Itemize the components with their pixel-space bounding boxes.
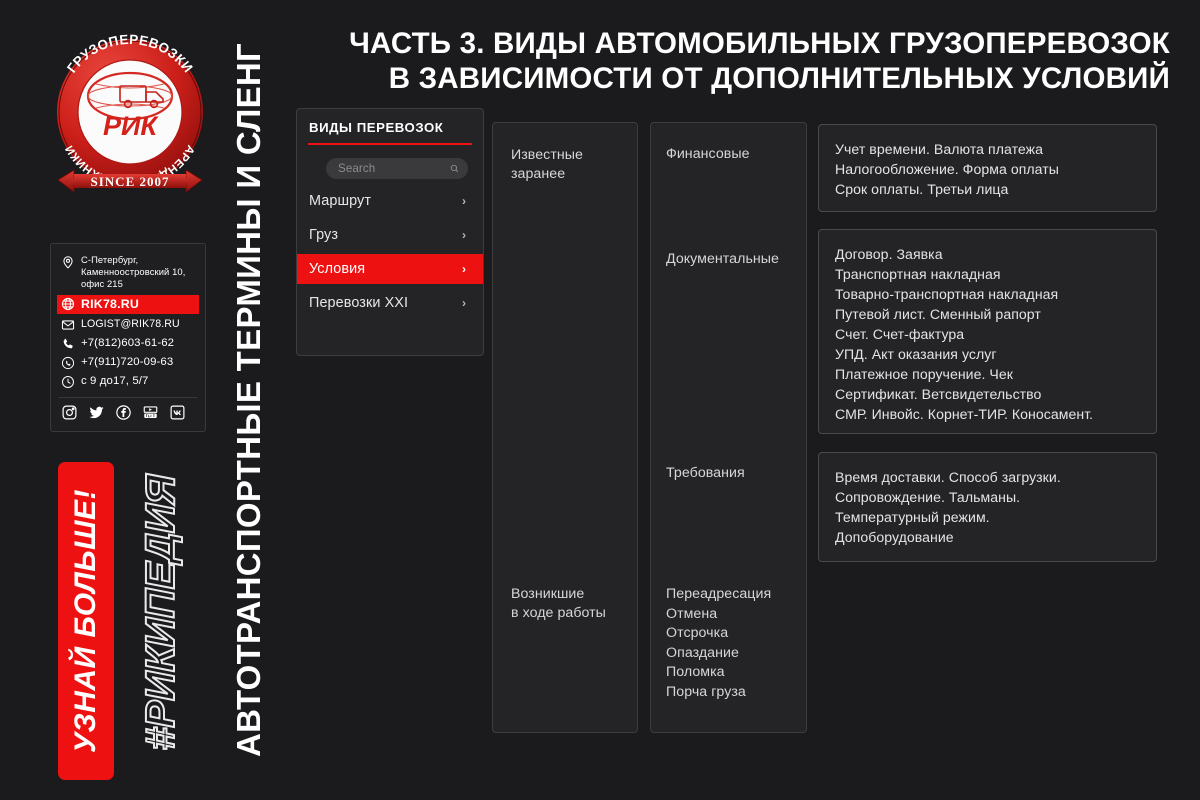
contact-card: С-Петербург, Каменноостровский 10, офис … bbox=[50, 243, 206, 433]
search-icon bbox=[450, 164, 459, 173]
chevron-right-icon: › bbox=[462, 194, 466, 208]
location-pin-icon bbox=[60, 254, 75, 269]
logo-emblem-icon: РИК ГРУЗОПЕРЕВОЗКИ АРЕНДА СПЕЦТЕХНИКИ SI… bbox=[57, 32, 203, 193]
documents-details-panel: Договор. Заявка Транспортная накладная Т… bbox=[818, 229, 1157, 434]
detail-line: Товарно-транспортная накладная bbox=[835, 286, 1059, 302]
company-logo: РИК ГРУЗОПЕРЕВОЗКИ АРЕНДА СПЕЦТЕХНИКИ SI… bbox=[44, 22, 216, 222]
contact-email-text: LOGIST@RIK78.RU bbox=[81, 317, 180, 330]
financial-details-panel: Учет времени. Валюта платежа Налогооблож… bbox=[818, 124, 1157, 212]
list-item: Переадресация bbox=[666, 586, 772, 602]
contact-website-text: RIK78.RU bbox=[81, 296, 140, 311]
learn-more-banner[interactable]: УЗНАЙ БОЛЬШЕ! bbox=[58, 462, 114, 780]
globe-icon bbox=[60, 297, 75, 312]
contact-website-row[interactable]: RIK78.RU bbox=[57, 294, 199, 315]
contact-address-row: С-Петербург, Каменноостровский 10, офис … bbox=[57, 251, 199, 294]
social-links bbox=[57, 402, 199, 423]
facebook-icon[interactable] bbox=[115, 404, 132, 421]
contact-address-text: С-Петербург, Каменноостровский 10, офис … bbox=[81, 254, 186, 289]
condition-arisen-label: Возникшие в ходе работы bbox=[511, 586, 606, 621]
transport-types-menu: ВИДЫ ПЕРЕВОЗОК Search Маршрут › Груз › У… bbox=[296, 108, 484, 356]
contact-divider bbox=[59, 397, 197, 399]
youtube-icon[interactable] bbox=[142, 404, 159, 421]
menu-item-marshrut[interactable]: Маршрут › bbox=[308, 186, 472, 216]
contact-hours-text: с 9 до17, 5/7 bbox=[81, 375, 149, 388]
requirements-details-panel: Время доставки. Способ загрузки. Сопрово… bbox=[818, 452, 1157, 562]
detail-line: Учет времени. Валюта платежа bbox=[835, 141, 1044, 157]
menu-item-label: Груз bbox=[309, 227, 339, 243]
categories-column: Финансовые Документальные Требования Пер… bbox=[650, 122, 807, 733]
list-item: Поломка bbox=[666, 664, 725, 681]
logo-ribbon-text: SINCE 2007 bbox=[91, 174, 170, 189]
list-item: Отмена bbox=[666, 605, 718, 622]
contact-hours-row: с 9 до17, 5/7 bbox=[57, 372, 199, 391]
search-input[interactable]: Search bbox=[326, 158, 468, 179]
menu-item-label: Маршрут bbox=[309, 193, 372, 209]
detail-line: Договор. Заявка bbox=[835, 246, 943, 262]
arisen-items-list: Переадресация Отмена Отсрочка Опаздание … bbox=[666, 585, 771, 702]
poster-canvas: РИК ГРУЗОПЕРЕВОЗКИ АРЕНДА СПЕЦТЕХНИКИ SI… bbox=[0, 0, 1200, 800]
contact-phone-text: +7(812)603-61-62 bbox=[81, 337, 175, 350]
list-item: Порча груза bbox=[666, 683, 746, 700]
menu-item-label: Перевозки XXI bbox=[309, 295, 409, 311]
chevron-right-icon: › bbox=[462, 262, 466, 276]
search-placeholder: Search bbox=[338, 162, 376, 175]
contact-whatsapp-text: +7(911)720-09-63 bbox=[81, 356, 174, 369]
vertical-series-title: АВТОТРАНСПОРТНЫЕ ТЕРМИНЫ И СЛЕНГ bbox=[206, 0, 292, 800]
detail-line: Срок оплаты. Третьи лица bbox=[835, 181, 1009, 197]
page-title-line-1: ЧАСТЬ 3. ВИДЫ АВТОМОБИЛЬНЫХ ГРУЗОПЕРЕВОЗ… bbox=[349, 27, 1170, 60]
menu-item-usloviya[interactable]: Условия › bbox=[297, 254, 483, 284]
detail-line: Платежное поручение. Чек bbox=[835, 366, 1013, 382]
learn-more-label: УЗНАЙ БОЛЬШЕ! bbox=[69, 489, 103, 753]
vertical-series-title-label: АВТОТРАНСПОРТНЫЕ ТЕРМИНЫ И СЛЕНГ bbox=[230, 42, 268, 758]
detail-line: Сопровождение. Тальманы. bbox=[835, 489, 1021, 505]
menu-item-label: Условия bbox=[309, 261, 366, 277]
page-title-line-2: В ЗАВИСИМОСТИ ОТ ДОПОЛНИТЕЛЬНЫХ УСЛОВИЙ bbox=[388, 62, 1170, 96]
condition-known-label: Известные заранее bbox=[511, 147, 583, 182]
vk-icon[interactable] bbox=[169, 404, 186, 421]
detail-line: Налогообложение. Форма оплаты bbox=[835, 161, 1059, 177]
hashtag-label: #РИКИПЕДИЯ bbox=[137, 474, 185, 751]
twitter-icon[interactable] bbox=[88, 404, 105, 421]
detail-line: Температурный режим. bbox=[835, 509, 990, 525]
logo-center-text: РИК bbox=[103, 111, 159, 141]
page-title: ЧАСТЬ 3. ВИДЫ АВТОМОБИЛЬНЫХ ГРУЗОПЕРЕВОЗ… bbox=[300, 26, 1170, 97]
detail-line: Счет. Счет-фактура bbox=[835, 326, 965, 342]
detail-line: УПД. Акт оказания услуг bbox=[835, 346, 997, 362]
whatsapp-icon bbox=[60, 355, 75, 370]
chevron-right-icon: › bbox=[462, 228, 466, 242]
envelope-icon bbox=[60, 317, 75, 332]
menu-accent-rule bbox=[308, 143, 472, 145]
menu-title: ВИДЫ ПЕРЕВОЗОК bbox=[309, 120, 444, 135]
chevron-right-icon: › bbox=[462, 296, 466, 310]
instagram-icon[interactable] bbox=[61, 404, 78, 421]
detail-line: Сертификат. Ветсвидетельство bbox=[835, 386, 1042, 402]
list-item: Опаздание bbox=[666, 644, 739, 661]
detail-line: Транспортная накладная bbox=[835, 266, 1001, 282]
contact-email-row[interactable]: LOGIST@RIK78.RU bbox=[57, 315, 199, 334]
clock-icon bbox=[60, 374, 75, 389]
hashtag-rikipedia: #РИКИПЕДИЯ bbox=[130, 440, 192, 785]
contact-phone-row[interactable]: +7(812)603-61-62 bbox=[57, 334, 199, 353]
conditions-column: Известные заранее Возникшие в ходе работ… bbox=[492, 122, 638, 733]
category-financial-label: Финансовые bbox=[666, 146, 750, 162]
detail-line: Время доставки. Способ загрузки. bbox=[835, 469, 1061, 485]
detail-line: Путевой лист. Сменный рапорт bbox=[835, 306, 1041, 322]
detail-line: Допоборудование bbox=[835, 529, 954, 545]
menu-item-perevozki-xxi[interactable]: Перевозки XXI › bbox=[308, 288, 472, 318]
category-documents-label: Документальные bbox=[666, 251, 779, 267]
category-requirements-label: Требования bbox=[666, 465, 745, 481]
phone-icon bbox=[60, 336, 75, 351]
detail-line: СМР. Инвойс. Корнет-ТИР. Коносамент. bbox=[835, 406, 1094, 422]
menu-item-gruz[interactable]: Груз › bbox=[308, 220, 472, 250]
contact-whatsapp-row[interactable]: +7(911)720-09-63 bbox=[57, 353, 199, 372]
list-item: Отсрочка bbox=[666, 625, 729, 642]
